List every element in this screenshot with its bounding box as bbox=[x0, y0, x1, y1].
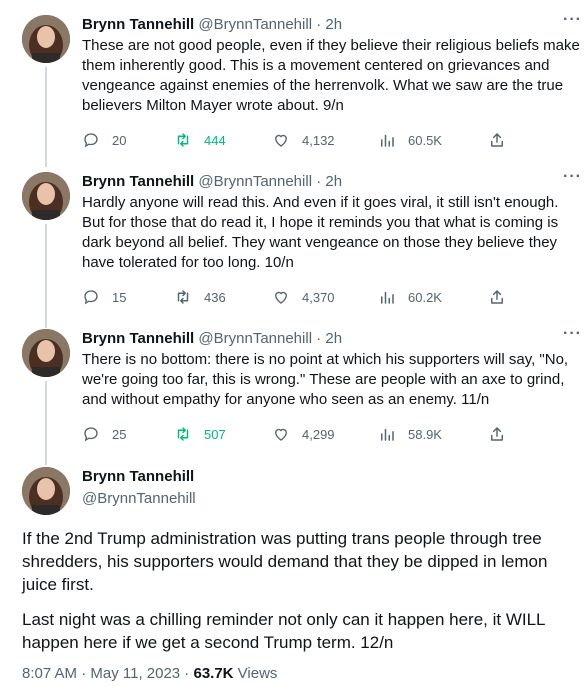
retweet-button[interactable]: 507 bbox=[174, 423, 226, 445]
share-button[interactable] bbox=[488, 423, 518, 445]
author-handle-time[interactable]: @BrynnTannehill · 2h bbox=[198, 330, 342, 347]
views-count: 60.5K bbox=[408, 132, 442, 148]
like-icon bbox=[275, 428, 287, 441]
like-button[interactable]: 4,132 bbox=[272, 129, 335, 151]
views-icon bbox=[381, 291, 394, 304]
like-button[interactable]: 4,370 bbox=[272, 286, 335, 308]
reply-count: 25 bbox=[112, 426, 127, 442]
like-count: 4,132 bbox=[302, 132, 335, 148]
like-button[interactable]: 4,299 bbox=[272, 423, 335, 445]
main-tweet[interactable]: Brynn Tannehill @BrynnTannehill If the 2… bbox=[0, 467, 586, 687]
share-button[interactable] bbox=[488, 129, 518, 151]
tweet-reply-11[interactable]: Brynn Tannehill @BrynnTannehill · 2h ···… bbox=[0, 325, 586, 465]
tweet-reply-9[interactable]: Brynn Tannehill @BrynnTannehill · 2h ···… bbox=[0, 11, 586, 167]
retweet-icon bbox=[177, 133, 189, 147]
tweet-meta: 8:07 AM · May 11, 2023 · 63.7K Views bbox=[22, 665, 277, 682]
reply-icon bbox=[84, 290, 98, 305]
avatar[interactable] bbox=[22, 172, 70, 220]
views-count: 58.9K bbox=[408, 426, 442, 442]
tweet-text: There is no bottom: there is no point at… bbox=[82, 351, 569, 408]
main-tweet-paragraph-1: If the 2nd Trump administration was putt… bbox=[22, 529, 548, 594]
tweet-header: Brynn Tannehill @BrynnTannehill · 2h bbox=[82, 172, 342, 192]
retweet-icon bbox=[177, 427, 189, 441]
share-icon bbox=[491, 427, 503, 441]
thread-line bbox=[45, 224, 47, 328]
like-count: 4,370 bbox=[302, 289, 335, 305]
author-handle-time[interactable]: @BrynnTannehill · 2h bbox=[198, 16, 342, 33]
author-name[interactable]: Brynn Tannehill bbox=[82, 173, 194, 190]
reply-button[interactable]: 20 bbox=[82, 129, 126, 151]
author-name[interactable]: Brynn Tannehill bbox=[82, 330, 194, 347]
reply-button[interactable]: 15 bbox=[82, 286, 126, 308]
views-label: Views bbox=[233, 665, 278, 682]
tweet-reply-10[interactable]: Brynn Tannehill @BrynnTannehill · 2h ···… bbox=[0, 168, 586, 328]
tweet-actions: 25 507 4,299 58.9K bbox=[82, 423, 522, 445]
main-tweet-paragraph-2: Last night was a chilling reminder not o… bbox=[22, 610, 545, 652]
reply-count: 15 bbox=[112, 289, 127, 305]
views-button[interactable]: 60.5K bbox=[378, 129, 442, 151]
author-handle[interactable]: @BrynnTannehill bbox=[82, 489, 196, 509]
like-count: 4,299 bbox=[302, 426, 335, 442]
author-handle-time[interactable]: @BrynnTannehill · 2h bbox=[198, 173, 342, 190]
reply-icon bbox=[84, 133, 98, 148]
tweet-header: Brynn Tannehill @BrynnTannehill · 2h bbox=[82, 329, 342, 349]
views-count: 63.7K bbox=[193, 665, 234, 682]
tweet-actions: 15 436 4,370 60.2K bbox=[82, 286, 522, 308]
views-button[interactable]: 58.9K bbox=[378, 423, 442, 445]
retweet-count: 436 bbox=[204, 289, 226, 305]
thread-line bbox=[45, 381, 47, 465]
avatar[interactable] bbox=[22, 329, 70, 377]
like-icon bbox=[275, 291, 287, 304]
share-icon bbox=[491, 133, 503, 147]
author-name[interactable]: Brynn Tannehill bbox=[82, 467, 194, 487]
tweet-text: These are not good people, even if they … bbox=[82, 37, 580, 114]
tweet-actions: 20 444 4,132 60.5K bbox=[82, 129, 522, 151]
share-button[interactable] bbox=[488, 286, 518, 308]
more-icon[interactable]: ··· bbox=[563, 168, 582, 186]
tweet-text: Hardly anyone will read this. And even i… bbox=[82, 194, 559, 271]
retweet-count: 507 bbox=[204, 426, 226, 442]
author-name[interactable]: Brynn Tannehill bbox=[82, 16, 194, 33]
retweet-button[interactable]: 444 bbox=[174, 129, 226, 151]
retweet-button[interactable]: 436 bbox=[174, 286, 226, 308]
views-icon bbox=[381, 134, 394, 147]
views-count: 60.2K bbox=[408, 289, 442, 305]
like-icon bbox=[275, 134, 287, 147]
reply-icon bbox=[84, 427, 98, 442]
retweet-icon bbox=[177, 290, 189, 304]
more-icon[interactable]: ··· bbox=[563, 325, 582, 343]
reply-button[interactable]: 25 bbox=[82, 423, 126, 445]
views-button[interactable]: 60.2K bbox=[378, 286, 442, 308]
tweet-header: Brynn Tannehill @BrynnTannehill · 2h bbox=[82, 15, 342, 35]
avatar[interactable] bbox=[22, 467, 70, 515]
more-icon[interactable]: ··· bbox=[563, 11, 582, 29]
share-icon bbox=[491, 290, 503, 304]
retweet-count: 444 bbox=[204, 132, 226, 148]
reply-count: 20 bbox=[112, 132, 127, 148]
timestamp[interactable]: 8:07 AM · May 11, 2023 · bbox=[22, 665, 193, 682]
thread-line bbox=[45, 67, 47, 167]
avatar[interactable] bbox=[22, 15, 70, 63]
views-icon bbox=[381, 428, 394, 441]
